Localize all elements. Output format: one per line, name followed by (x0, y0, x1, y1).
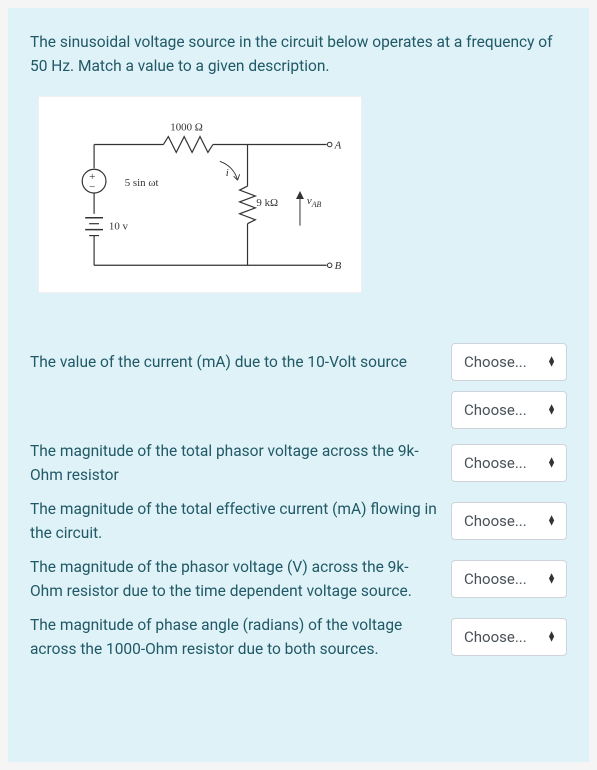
answer-dropdown[interactable]: Choose... ▲▼ (451, 560, 567, 598)
question-prompt: The sinusoidal voltage source in the cir… (30, 30, 567, 78)
match-label: The magnitude of the total effective cur… (30, 497, 451, 545)
label-ac-src: 5 sin ωt (125, 177, 159, 189)
label-node-b: B (335, 260, 342, 272)
match-row: The magnitude of phase angle (radians) o… (30, 613, 567, 661)
label-i: i (226, 167, 229, 179)
dropdown-value: Choose... (464, 512, 527, 530)
dropdown-value: Choose... (464, 454, 527, 472)
dropdown-value: Choose... (464, 401, 527, 419)
question-panel: The sinusoidal voltage source in the cir… (8, 8, 589, 762)
match-label: The value of the current (mA) due to the… (30, 350, 451, 374)
answer-dropdown[interactable]: Choose... ▲▼ (451, 618, 567, 656)
label-r1: 1000 Ω (170, 122, 203, 134)
dropdown-value: Choose... (464, 353, 527, 371)
dropdown-value: Choose... (464, 628, 527, 646)
sort-icon: ▲▼ (547, 633, 556, 642)
match-row: The magnitude of the total effective cur… (30, 497, 567, 545)
match-row: The value of the current (mA) due to the… (30, 343, 567, 381)
answer-dropdown[interactable]: Choose... ▲▼ (451, 391, 567, 429)
match-row: The magnitude of the phasor voltage (V) … (30, 555, 567, 603)
answer-dropdown[interactable]: Choose... ▲▼ (451, 502, 567, 540)
label-vab: vAB (307, 195, 322, 209)
answer-dropdown[interactable]: Choose... ▲▼ (451, 444, 567, 482)
sort-icon: ▲▼ (547, 517, 556, 526)
answer-dropdown[interactable]: Choose... ▲▼ (451, 343, 567, 381)
match-row: The magnitude of the total phasor voltag… (30, 439, 567, 487)
match-row: Choose... ▲▼ (30, 391, 567, 429)
label-r2: 9 kΩ (256, 197, 278, 209)
sort-icon: ▲▼ (547, 459, 556, 468)
svg-text:−: − (89, 181, 95, 193)
match-label: The magnitude of the phasor voltage (V) … (30, 555, 451, 603)
label-dc-src: 10 v (109, 221, 129, 233)
circuit-diagram: + − 1000 Ω 5 sin ωt 10 v (38, 96, 362, 293)
match-label: The magnitude of the total phasor voltag… (30, 439, 451, 487)
sort-icon: ▲▼ (547, 358, 556, 367)
label-node-a: A (334, 140, 342, 152)
dropdown-value: Choose... (464, 570, 527, 588)
match-label: The magnitude of phase angle (radians) o… (30, 613, 451, 661)
sort-icon: ▲▼ (547, 406, 556, 415)
sort-icon: ▲▼ (547, 575, 556, 584)
